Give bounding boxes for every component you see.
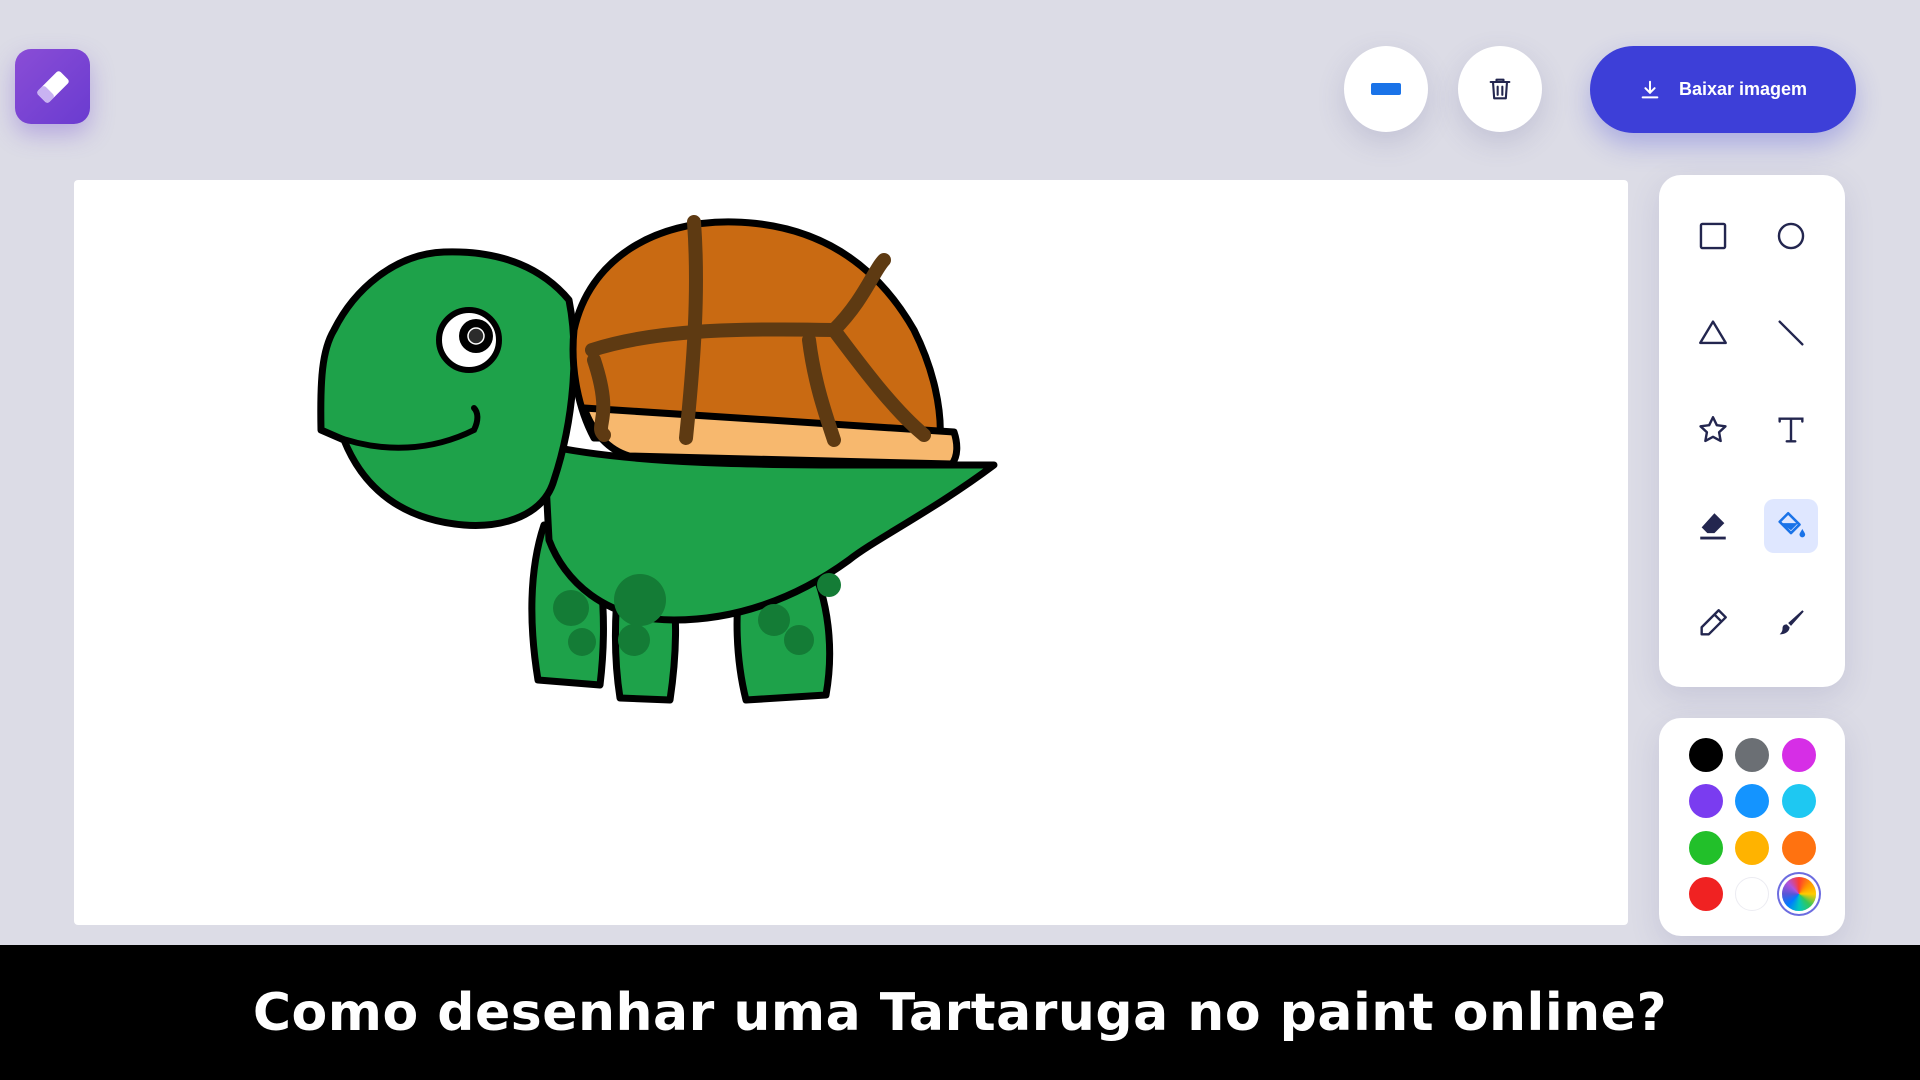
color-swatch-green[interactable]: [1689, 831, 1723, 865]
download-icon: [1641, 80, 1659, 98]
brush-tool[interactable]: [1764, 596, 1818, 650]
color-swatch-red[interactable]: [1689, 877, 1723, 911]
clear-canvas-button[interactable]: [1458, 46, 1542, 132]
turtle-drawing: [317, 215, 998, 704]
line-icon: [1778, 320, 1804, 346]
circle-icon: [1777, 222, 1805, 250]
stroke-size-icon: [1371, 83, 1401, 95]
color-palette: [1659, 718, 1845, 936]
text-icon: [1778, 417, 1804, 443]
caption-bar: Como desenhar uma Tartaruga no paint onl…: [0, 945, 1920, 1080]
color-swatch-blue[interactable]: [1735, 784, 1769, 818]
trash-icon: [1489, 78, 1511, 100]
color-swatch-cyan[interactable]: [1782, 784, 1816, 818]
color-swatch-purple[interactable]: [1689, 784, 1723, 818]
eraser-tool[interactable]: [1686, 499, 1740, 553]
paint-bucket-icon: [1778, 511, 1806, 538]
stroke-size-button[interactable]: [1344, 46, 1428, 132]
tool-panel: [1659, 175, 1845, 687]
download-label: Baixar imagem: [1678, 79, 1808, 99]
triangle-icon: [1699, 320, 1727, 345]
turtle-head: [317, 248, 578, 529]
eraser-logo-icon: [36, 70, 69, 103]
color-swatch-gray[interactable]: [1735, 738, 1769, 772]
star-icon: [1699, 416, 1727, 443]
drawing-canvas[interactable]: [74, 180, 1628, 925]
circle-tool[interactable]: [1764, 209, 1818, 263]
triangle-tool[interactable]: [1686, 306, 1740, 360]
custom-color-picker[interactable]: [1782, 877, 1816, 911]
turtle-body: [540, 441, 998, 624]
fill-tool[interactable]: [1764, 499, 1818, 553]
color-swatch-white[interactable]: [1735, 877, 1769, 911]
pencil-tool[interactable]: [1686, 596, 1740, 650]
eraser-icon: [1700, 513, 1726, 540]
app-logo[interactable]: [15, 49, 90, 124]
brush-icon: [1779, 610, 1804, 635]
color-swatch-yellow[interactable]: [1735, 831, 1769, 865]
rectangle-tool[interactable]: [1686, 209, 1740, 263]
text-tool[interactable]: [1764, 403, 1818, 457]
caption-text: Como desenhar uma Tartaruga no paint onl…: [252, 982, 1668, 1043]
square-icon: [1699, 222, 1727, 250]
color-swatch-magenta[interactable]: [1782, 738, 1816, 772]
download-image-button[interactable]: Baixar imagem: [1590, 46, 1856, 133]
color-swatch-black[interactable]: [1689, 738, 1723, 772]
line-tool[interactable]: [1764, 306, 1818, 360]
turtle-eye: [436, 307, 502, 373]
pencil-icon: [1700, 609, 1727, 636]
star-tool[interactable]: [1686, 403, 1740, 457]
color-swatch-orange[interactable]: [1782, 831, 1816, 865]
